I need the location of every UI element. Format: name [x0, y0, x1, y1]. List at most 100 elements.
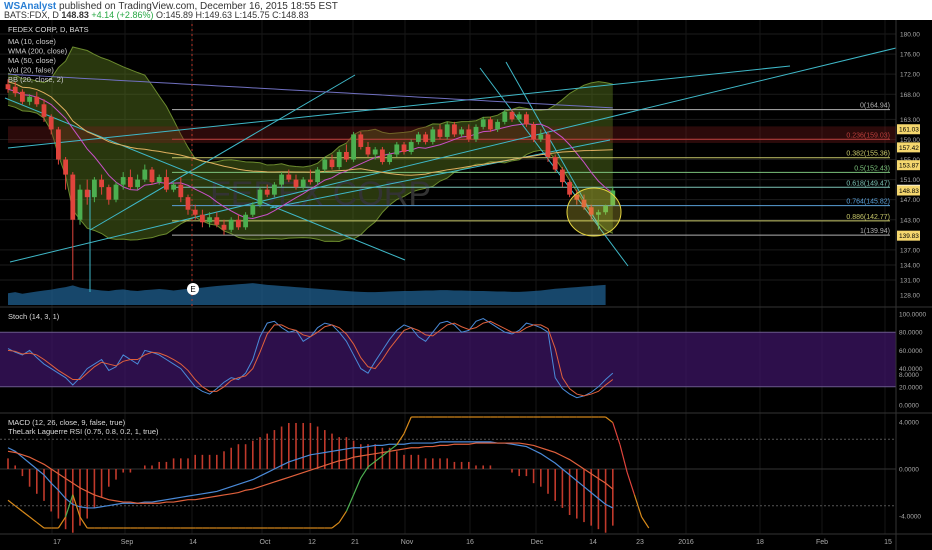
- macd-histogram-bar: [115, 469, 117, 480]
- candle-body: [12, 86, 18, 94]
- main-pane-title: FEDEX CORP, D, BATS: [8, 25, 89, 34]
- legend-item: WMA (200, close): [8, 47, 68, 56]
- time-axis-label: 2016: [678, 539, 694, 546]
- candle-body: [459, 129, 464, 135]
- candle-body: [207, 217, 212, 223]
- macd-histogram-bar: [259, 437, 261, 469]
- fib-label: 1(139.94): [860, 228, 890, 235]
- macd-histogram-bar: [417, 454, 420, 469]
- macd-histogram-bar: [453, 461, 456, 469]
- macd-axis-label: 8.0000: [899, 372, 919, 379]
- candle-body: [315, 169, 320, 183]
- macd-histogram-bar: [21, 469, 24, 477]
- candle-body: [135, 179, 140, 188]
- macd-histogram-bar: [367, 444, 369, 469]
- macd-histogram-bar: [223, 451, 225, 469]
- macd-histogram-bar: [172, 458, 175, 469]
- candle-body: [48, 116, 54, 130]
- price-axis-label: 143.00: [900, 217, 920, 224]
- macd-histogram-bar: [410, 454, 412, 469]
- candle-body: [5, 84, 11, 90]
- candle-body: [408, 141, 414, 152]
- candle-body: [372, 149, 378, 155]
- price-axis-label: 137.00: [900, 247, 920, 254]
- stoch-title: Stoch (14, 3, 1): [8, 312, 60, 321]
- price-axis-label: 151.00: [900, 177, 920, 184]
- stoch-axis-label: 100.0000: [899, 312, 926, 319]
- fib-label: 0.764(145.82): [846, 199, 890, 206]
- candle-body: [351, 134, 356, 160]
- candle-body: [560, 169, 565, 183]
- time-axis-label: 14: [589, 539, 597, 546]
- fib-label: 0.5(152.43): [854, 165, 890, 172]
- legend-item: MA (10, close): [8, 37, 56, 46]
- candle-body: [293, 179, 299, 188]
- macd-histogram-bar: [100, 469, 103, 498]
- time-axis-label: Oct: [260, 539, 271, 546]
- macd-histogram-bar: [576, 469, 578, 519]
- macd-histogram-bar: [165, 461, 168, 469]
- candle-body: [142, 169, 148, 180]
- macd-histogram-bar: [266, 433, 268, 469]
- candle-body: [567, 182, 572, 195]
- chart-canvas[interactable]: FEDEX CORP 0(164.94)0.236(159.03)0.382(1…: [0, 0, 932, 550]
- price-axis-label: 168.00: [900, 92, 920, 99]
- candle-body: [257, 189, 263, 205]
- candle-body: [192, 209, 198, 215]
- macd-histogram-bar: [252, 440, 254, 469]
- candle-body: [380, 149, 385, 163]
- macd-axis-label: 0.0000: [899, 467, 919, 474]
- candle-body: [279, 174, 284, 185]
- macd-histogram-bar: [122, 469, 124, 473]
- price-axis-label: 128.00: [900, 293, 920, 300]
- macd-histogram-bar: [432, 458, 434, 469]
- candle-body: [228, 219, 234, 230]
- macd-histogram-bar: [7, 458, 9, 469]
- price-axis-label: 176.00: [900, 52, 920, 59]
- macd-histogram-bar: [28, 469, 31, 487]
- candle-body: [171, 184, 176, 190]
- candle-body: [272, 184, 277, 195]
- time-axis-label: 18: [756, 539, 764, 546]
- candle-body: [322, 159, 328, 170]
- macd-histogram-bar: [36, 469, 38, 494]
- macd-histogram-bar: [475, 465, 477, 469]
- macd-histogram-bar: [590, 469, 592, 526]
- highlight-ellipse: [566, 187, 622, 237]
- candle-body: [509, 111, 515, 120]
- stoch-axis-label: 20.0000: [899, 384, 923, 391]
- candle-body: [243, 214, 248, 228]
- time-axis-label: Sep: [121, 539, 134, 546]
- macd-histogram-bar: [302, 422, 304, 469]
- candle-body: [250, 204, 256, 215]
- candle-body: [480, 119, 486, 127]
- price-tag-label: 139.83: [899, 233, 919, 240]
- price-tag-label: 153.87: [899, 163, 919, 170]
- fib-label: 0.886(142.77): [846, 214, 890, 221]
- candle-body: [516, 114, 522, 120]
- macd-histogram-bar: [604, 469, 607, 533]
- price-axis-label: 180.00: [900, 32, 920, 39]
- candle-body: [178, 184, 184, 198]
- candle-body: [214, 217, 220, 225]
- candle-body: [113, 184, 119, 200]
- candle-body: [336, 151, 342, 168]
- macd-histogram-bar: [338, 437, 340, 469]
- macd-histogram-bar: [540, 469, 542, 487]
- candle-body: [358, 134, 364, 147]
- macd-histogram-bar: [403, 454, 405, 469]
- time-axis-label: 16: [466, 539, 474, 546]
- macd-histogram-bar: [108, 469, 110, 487]
- macd-histogram-bar: [187, 458, 189, 469]
- candle-body: [20, 91, 25, 102]
- macd-histogram-bar: [525, 469, 528, 477]
- macd-histogram-bar: [244, 444, 247, 469]
- time-axis-label: Nov: [401, 539, 414, 546]
- price-axis-label: 147.00: [900, 197, 920, 204]
- time-axis-label: Dec: [531, 539, 544, 546]
- legend-item: Vol (20, false): [8, 66, 54, 75]
- candle-body: [106, 187, 112, 200]
- macd-histogram-bar: [86, 469, 88, 519]
- candle-body: [437, 129, 443, 137]
- macd-histogram-bar: [50, 469, 52, 512]
